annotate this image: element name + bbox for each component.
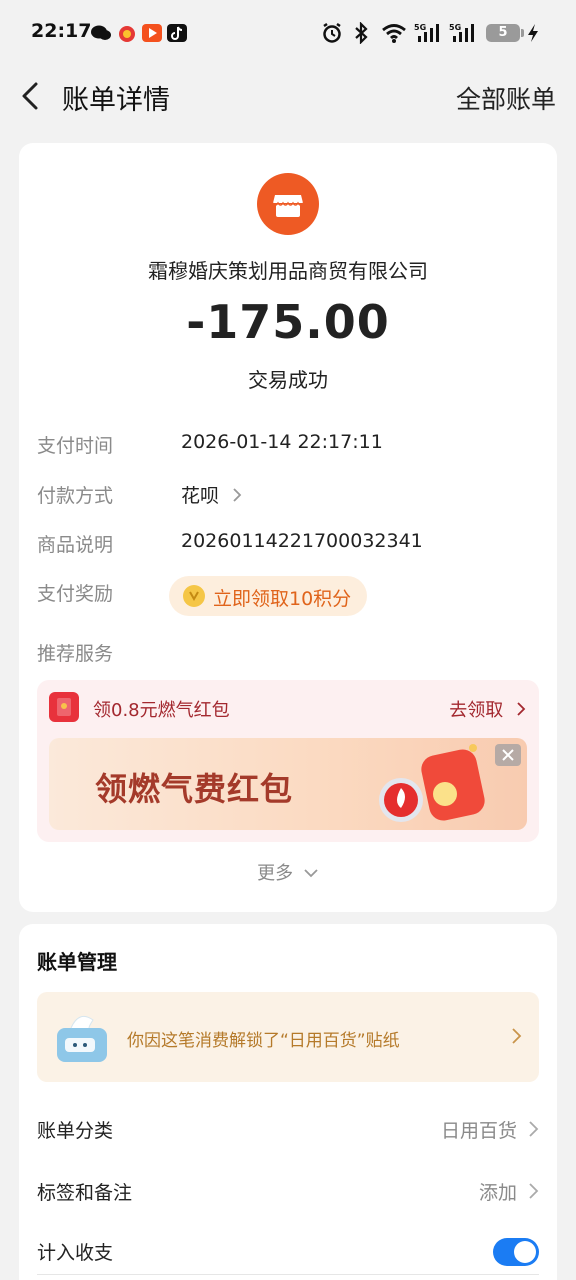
- tags-notes-value: 添加: [478, 1182, 517, 1204]
- more-label: 更多: [257, 863, 294, 884]
- signal-5g-icon: 5G: [449, 23, 474, 42]
- bill-category-value: 日用百货: [440, 1120, 517, 1142]
- include-stats-toggle[interactable]: [493, 1238, 539, 1266]
- payment-method-link[interactable]: 花呗: [181, 481, 243, 508]
- chevron-right-icon: [529, 1183, 539, 1199]
- promo-claim-label: 去领取: [449, 700, 504, 721]
- more-button[interactable]: 更多: [19, 859, 557, 885]
- bill-category-label: 账单分类: [37, 1120, 114, 1142]
- wechat-icon: [91, 25, 111, 40]
- product-desc-value: 20260114221700032341: [181, 530, 423, 552]
- bill-category-row[interactable]: 账单分类 日用百货: [37, 1108, 539, 1148]
- sticker-text: 你因这笔消费解锁了“日用百货”贴纸: [127, 1031, 400, 1051]
- all-bills-link[interactable]: 全部账单: [456, 80, 556, 116]
- red-packet-icon: [49, 692, 79, 722]
- divider: [37, 1274, 539, 1275]
- gas-red-packet-promo: 领0.8元燃气红包 去领取 领燃气费红包: [37, 680, 539, 842]
- points-coin-icon: [183, 585, 205, 607]
- tags-notes-label: 标签和备注: [37, 1182, 133, 1204]
- promo-banner[interactable]: 领燃气费红包: [49, 738, 527, 830]
- chevron-right-icon: [512, 1028, 522, 1044]
- pay-time-value: 2026-01-14 22:17:11: [181, 431, 383, 453]
- tiktok-icon: [167, 24, 187, 42]
- merchant-name: 霜穆婚庆策划用品商贸有限公司: [148, 259, 428, 283]
- chevron-right-icon: [517, 702, 526, 716]
- recommend-label: 推荐服务: [37, 643, 114, 665]
- tissue-box-icon: [57, 1015, 107, 1062]
- chevron-right-icon: [233, 488, 242, 502]
- bill-manage-card: 账单管理 你因这笔消费解锁了“日用百货”贴纸 账单分类 日用百货 标签和备注 添…: [19, 924, 557, 1280]
- claim-points-button[interactable]: 立即领取10积分: [169, 576, 367, 616]
- banner-close-button[interactable]: [495, 744, 521, 766]
- charging-icon: [528, 24, 538, 42]
- status-time: 22:17: [31, 20, 92, 42]
- transaction-amount: -175.00: [186, 295, 390, 349]
- include-stats-row: 计入收支: [37, 1230, 539, 1270]
- battery-indicator: 5: [486, 24, 524, 42]
- signal-5g-icon: 5G: [414, 23, 439, 42]
- promo-claim-link[interactable]: 去领取: [449, 696, 527, 722]
- transaction-status: 交易成功: [248, 368, 328, 392]
- close-icon: [502, 749, 514, 761]
- payment-method-value: 花呗: [181, 485, 220, 507]
- banner-text: 领燃气费红包: [95, 770, 294, 808]
- claim-points-label: 立即领取10积分: [213, 588, 352, 610]
- toggle-knob: [514, 1241, 536, 1263]
- tags-notes-row[interactable]: 标签和备注 添加: [37, 1170, 539, 1210]
- status-bar: 22:17 5G 5G 5: [0, 0, 576, 64]
- svg-text:5G: 5G: [414, 23, 426, 32]
- store-icon: [257, 173, 319, 235]
- bluetooth-icon: [355, 22, 368, 44]
- sticker-unlock-banner[interactable]: 你因这笔消费解锁了“日用百货”贴纸: [37, 992, 539, 1082]
- chevron-down-icon: [304, 869, 318, 878]
- header: 账单详情 全部账单: [0, 64, 576, 128]
- svg-text:5G: 5G: [449, 23, 461, 32]
- back-icon[interactable]: [16, 78, 48, 114]
- bill-detail-card: 霜穆婚庆策划用品商贸有限公司 -175.00 交易成功 支付时间 2026-01…: [19, 143, 557, 912]
- manage-title: 账单管理: [37, 950, 117, 974]
- promo-title: 领0.8元燃气红包: [93, 700, 230, 721]
- include-stats-label: 计入收支: [37, 1242, 114, 1264]
- video-icon: [142, 24, 162, 42]
- pay-time-label: 支付时间: [37, 435, 114, 457]
- page-title: 账单详情: [62, 85, 170, 116]
- alarm-icon: [323, 22, 341, 43]
- weibo-icon: [119, 26, 135, 42]
- product-desc-label: 商品说明: [37, 534, 114, 556]
- chevron-right-icon: [529, 1121, 539, 1137]
- gas-flame-illustration: [379, 744, 485, 822]
- wifi-icon: [382, 24, 406, 43]
- pay-reward-label: 支付奖励: [37, 583, 114, 605]
- payment-method-label: 付款方式: [37, 485, 114, 507]
